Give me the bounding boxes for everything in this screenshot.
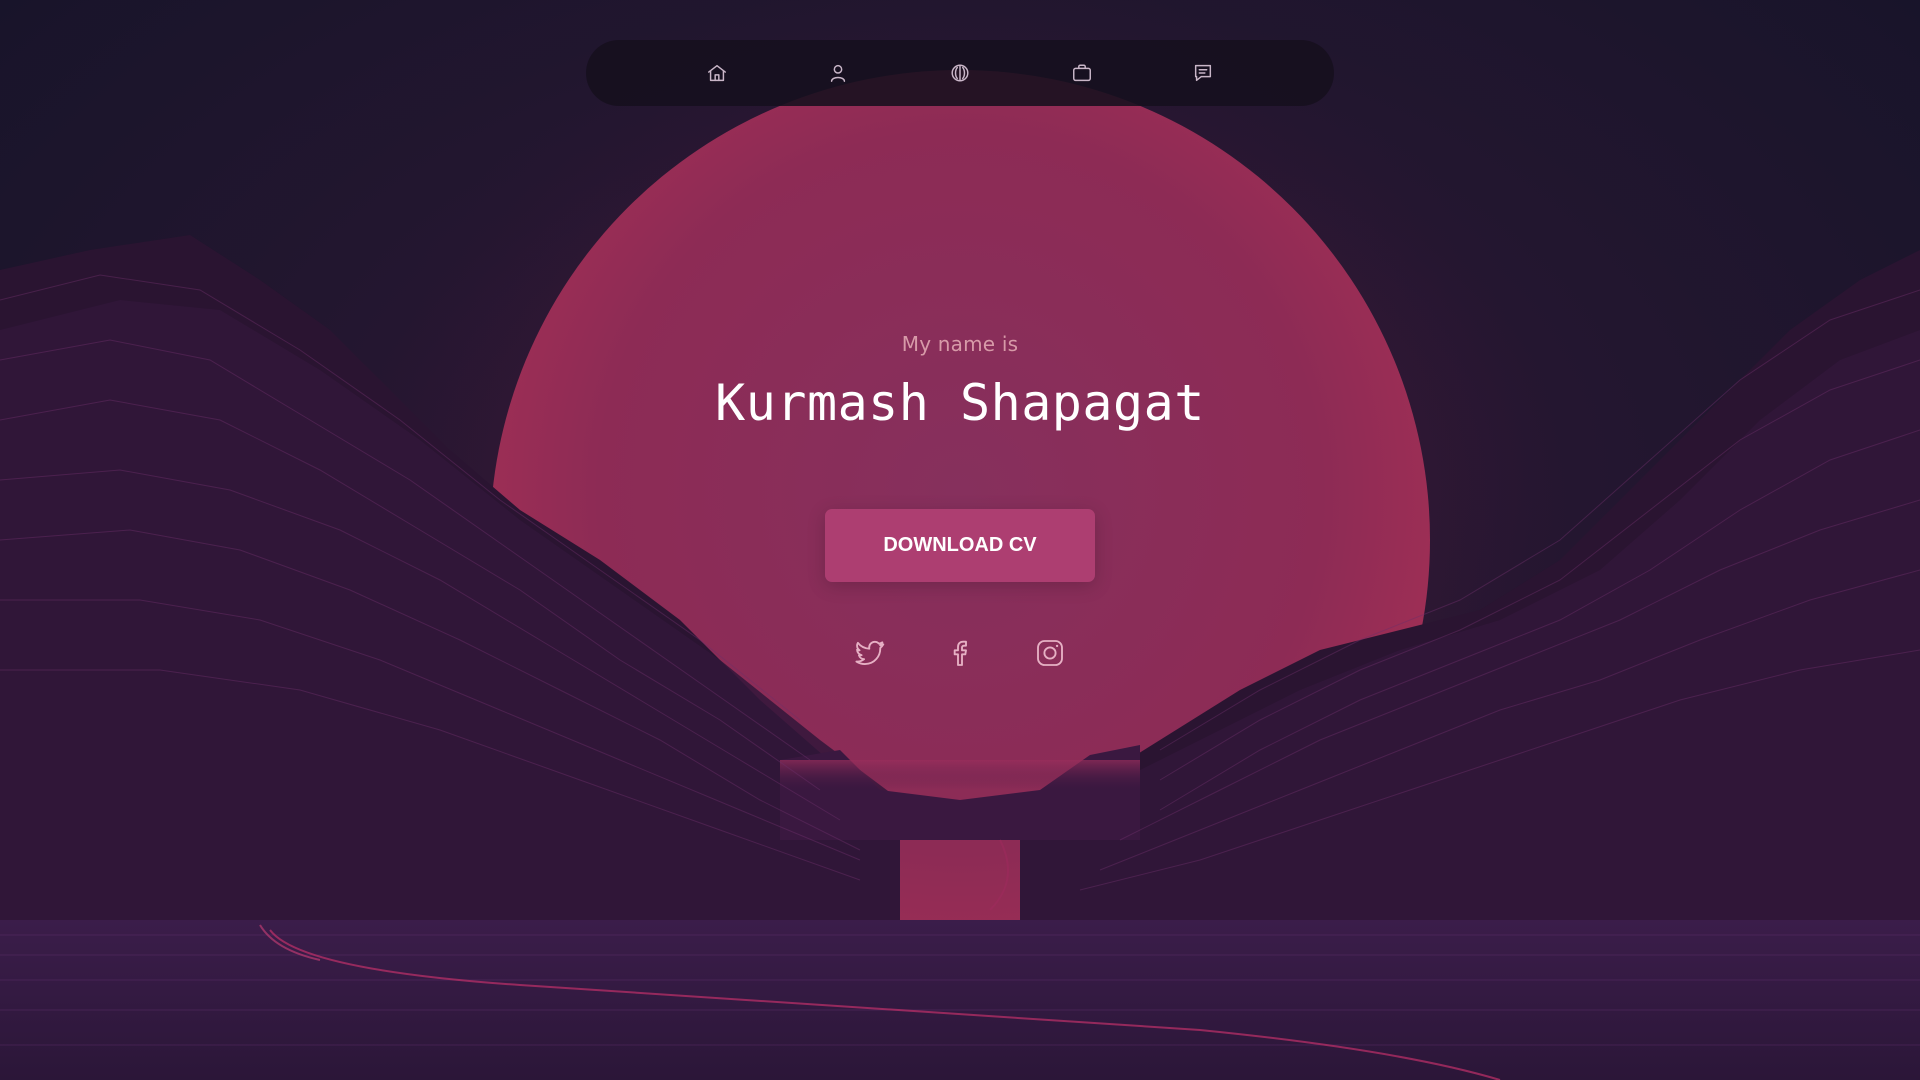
social-links <box>0 636 1920 670</box>
facebook-icon <box>953 640 967 666</box>
facebook-link[interactable] <box>943 636 977 670</box>
download-cv-button[interactable]: DOWNLOAD CV <box>825 509 1095 582</box>
twitter-link[interactable] <box>853 636 887 670</box>
hero-section: My name is Kurmash Shapagat DOWNLOAD CV <box>0 0 1920 1080</box>
intro-text: My name is <box>901 332 1019 356</box>
instagram-icon <box>1037 640 1063 666</box>
page: My name is Kurmash Shapagat DOWNLOAD CV <box>0 0 1920 1080</box>
instagram-link[interactable] <box>1033 636 1067 670</box>
owner-name: Kurmash Shapagat <box>715 374 1205 432</box>
twitter-icon <box>855 640 885 665</box>
